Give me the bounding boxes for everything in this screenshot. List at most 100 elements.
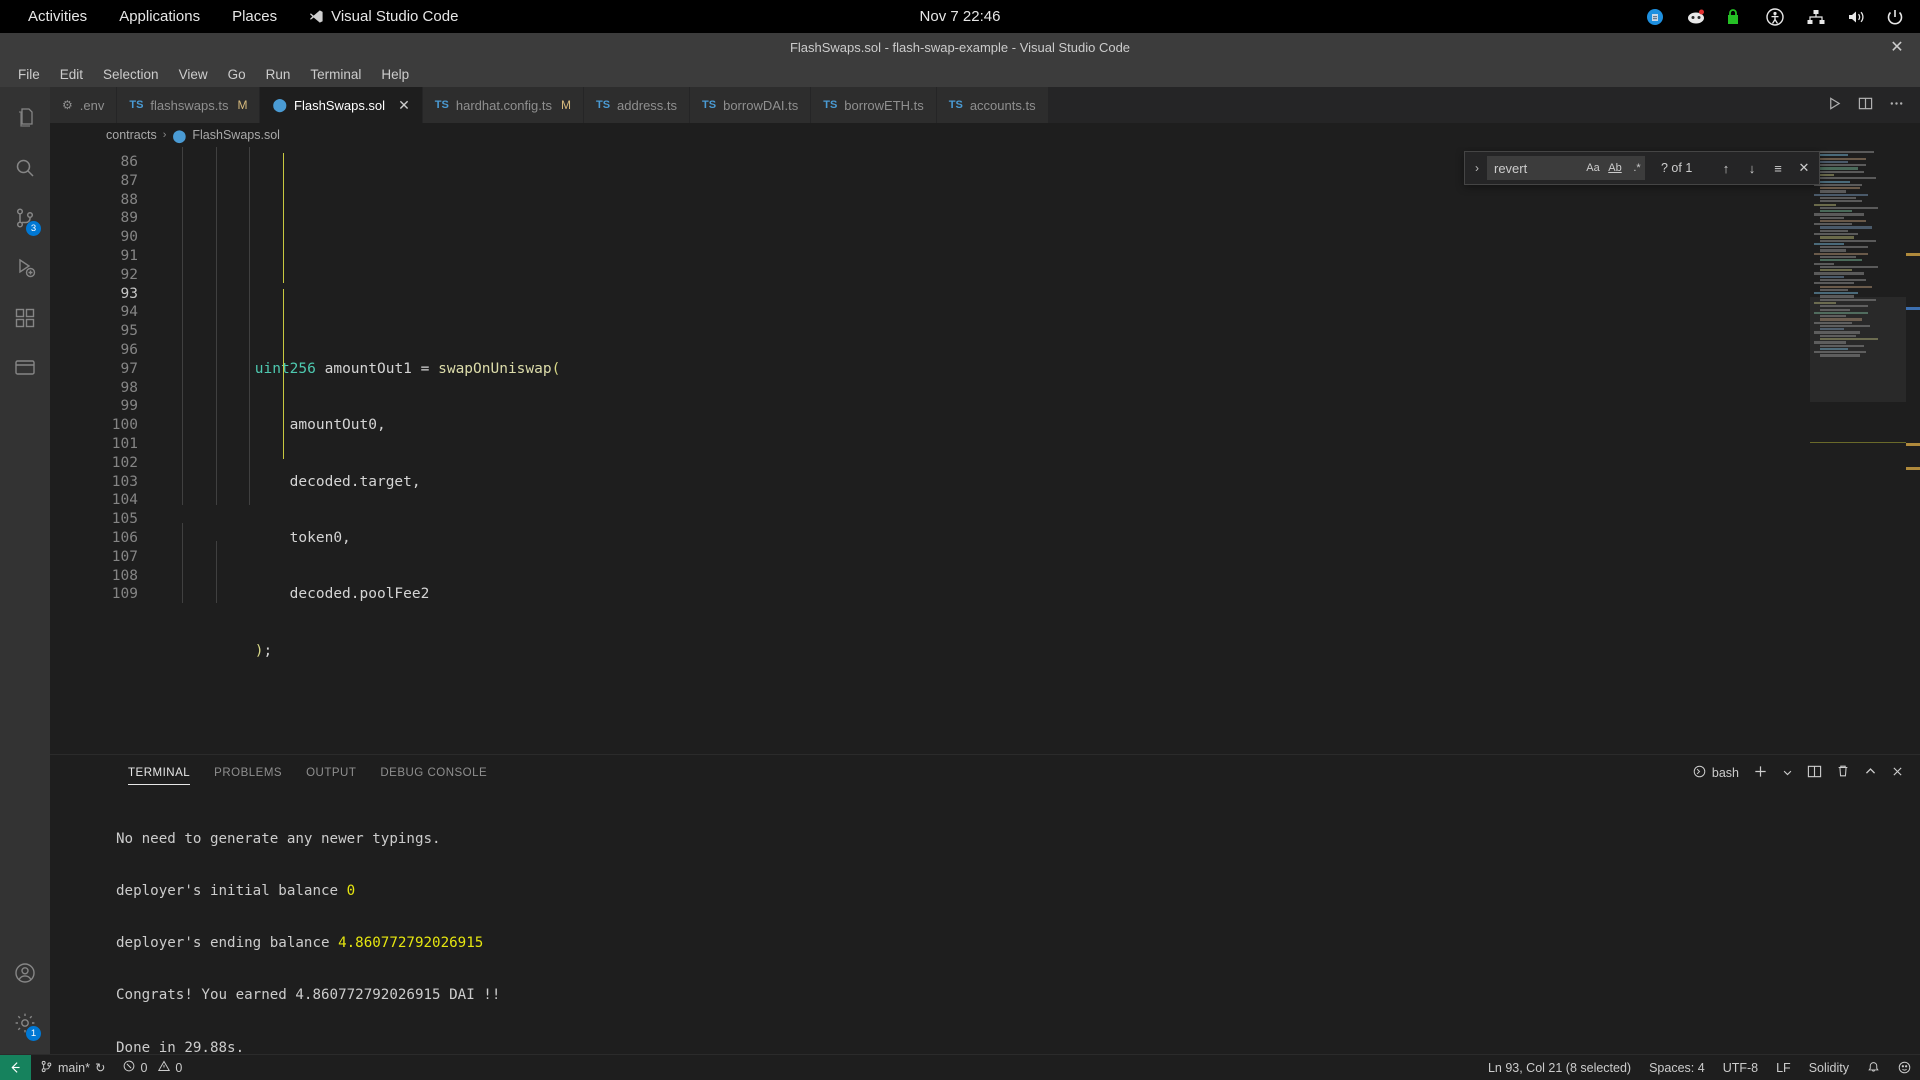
close-icon[interactable]: ✕ [398, 98, 410, 112]
chevron-down-icon[interactable] [1782, 765, 1793, 781]
tab-flashswaps-sol[interactable]: ⬤ FlashSwaps.sol ✕ [260, 87, 423, 123]
tab-terminal[interactable]: TERMINAL [116, 755, 202, 790]
code-editor[interactable]: 86 87 88 89 90 91 92 93 94 95 96 97 98 9… [50, 147, 1920, 754]
activities-label: Activities [28, 8, 88, 25]
eol-setting[interactable]: LF [1767, 1055, 1800, 1080]
tab-flashswaps-ts[interactable]: TS flashswaps.ts M [117, 87, 261, 123]
indentation-setting[interactable]: Spaces: 4 [1640, 1055, 1714, 1080]
line-number: 102 [111, 454, 138, 471]
tab-problems[interactable]: PROBLEMS [202, 755, 294, 790]
typescript-icon: TS [129, 99, 144, 111]
tab-debug-console[interactable]: DEBUG CONSOLE [368, 755, 499, 790]
accessibility-icon[interactable] [1766, 7, 1784, 26]
places-menu[interactable]: Places [216, 0, 293, 33]
editor-tabs: ⚙ .env TS flashswaps.ts M ⬤ FlashSwaps.s… [50, 87, 1920, 123]
network-icon[interactable] [1806, 8, 1825, 26]
menu-file[interactable]: File [8, 61, 50, 87]
close-icon[interactable]: ✕ [1793, 157, 1815, 179]
sidebar-item-source-control[interactable]: 3 [0, 195, 50, 245]
code-surface[interactable]: 86 87 88 89 90 91 92 93 94 95 96 97 98 9… [50, 147, 1920, 754]
run-icon[interactable] [1827, 96, 1842, 114]
code-text[interactable]: uint256 amountOut1 = swapOnUniswap( amou… [150, 147, 1920, 754]
power-icon[interactable] [1886, 8, 1904, 26]
terminal-shell-selector[interactable]: bash [1693, 765, 1739, 781]
menu-run[interactable]: Run [256, 61, 301, 87]
tab-borrowdai-ts[interactable]: TS borrowDAI.ts [690, 87, 812, 123]
line-number: 94 [120, 304, 138, 321]
find-next-icon[interactable]: ↓ [1741, 157, 1763, 179]
tab-env[interactable]: ⚙ .env [50, 87, 118, 123]
menu-view[interactable]: View [169, 61, 218, 87]
sidebar-item-search[interactable] [0, 145, 50, 195]
status-bar: main* ↻ 0 0 Ln 93, Col 21 (8 selected) S… [0, 1054, 1920, 1080]
tab-hardhat-config-ts[interactable]: TS hardhat.config.ts M [422, 87, 584, 123]
minimap-slider[interactable] [1810, 297, 1906, 402]
menu-help[interactable]: Help [371, 61, 419, 87]
search-icon [13, 156, 37, 185]
line-number: 99 [120, 398, 138, 415]
sidebar-item-extensions[interactable] [0, 295, 50, 345]
tab-label: address.ts [617, 97, 678, 113]
menu-edit[interactable]: Edit [50, 61, 93, 87]
maximize-panel-icon[interactable] [1864, 765, 1877, 781]
dropbox-icon[interactable] [1646, 8, 1664, 26]
active-app-label: Visual Studio Code [331, 8, 459, 25]
add-terminal-icon[interactable] [1753, 764, 1768, 782]
remote-indicator[interactable] [0, 1054, 31, 1080]
sidebar-item-run-debug[interactable] [0, 245, 50, 295]
match-case-icon[interactable]: Aa [1583, 158, 1603, 178]
notifications-bell-icon[interactable] [1858, 1055, 1889, 1080]
encoding-setting[interactable]: UTF-8 [1714, 1055, 1767, 1080]
menu-selection[interactable]: Selection [93, 61, 169, 87]
editor-scrollbar[interactable] [1906, 147, 1920, 754]
find-previous-icon[interactable]: ↑ [1715, 157, 1737, 179]
clock[interactable]: Nov 7 22:46 [920, 8, 1001, 25]
find-widget[interactable]: › revert Aa Ab .* ? of 1 ↑ ↓ ≡ ✕ [1464, 151, 1820, 185]
tab-borroweth-ts[interactable]: TS borrowETH.ts [811, 87, 937, 123]
source-control-badge: 3 [26, 221, 41, 236]
feedback-icon[interactable] [1889, 1055, 1920, 1080]
menu-terminal[interactable]: Terminal [300, 61, 371, 87]
lock-icon[interactable] [1726, 8, 1744, 26]
tab-output[interactable]: OUTPUT [294, 755, 368, 790]
menu-go[interactable]: Go [218, 61, 256, 87]
overview-mark [1906, 467, 1920, 470]
split-editor-icon[interactable] [1858, 96, 1873, 114]
trash-icon[interactable] [1836, 764, 1850, 781]
language-mode[interactable]: Solidity [1800, 1055, 1858, 1080]
find-in-selection-icon[interactable]: ≡ [1767, 157, 1789, 179]
sidebar-item-explorer[interactable] [0, 95, 50, 145]
terminal-line: Done in 29.88s. [116, 1039, 245, 1054]
cursor-position[interactable]: Ln 93, Col 21 (8 selected) [1479, 1055, 1640, 1080]
accounts-button[interactable] [0, 950, 50, 1000]
activities-button[interactable]: Activities [12, 0, 103, 33]
use-regex-icon[interactable]: .* [1627, 158, 1647, 178]
tab-accounts-ts[interactable]: TS accounts.ts [936, 87, 1049, 123]
breadcrumb-file[interactable]: FlashSwaps.sol [192, 128, 280, 142]
breadcrumb-folder[interactable]: contracts [106, 128, 157, 142]
volume-icon[interactable] [1846, 8, 1864, 26]
sync-icon[interactable]: ↻ [95, 1060, 105, 1075]
minimap[interactable] [1810, 147, 1906, 754]
problems-indicator[interactable]: 0 0 [114, 1055, 191, 1080]
code-line: amountOut0, [150, 417, 386, 434]
settings-button[interactable]: 1 [0, 1000, 50, 1050]
sidebar-item-testing[interactable] [0, 345, 50, 395]
applications-menu[interactable]: Applications [103, 0, 216, 33]
active-app-menu[interactable]: Visual Studio Code [293, 0, 474, 33]
more-actions-icon[interactable] [1889, 96, 1904, 114]
toggle-replace-icon[interactable]: › [1467, 161, 1487, 175]
close-panel-icon[interactable] [1891, 765, 1904, 781]
terminal-output[interactable]: No need to generate any newer typings. d… [50, 790, 1920, 1054]
git-branch-indicator[interactable]: main* ↻ [31, 1055, 114, 1080]
status-bar-left: main* ↻ 0 0 [0, 1054, 191, 1080]
discord-icon[interactable] [1686, 8, 1704, 26]
tab-label: hardhat.config.ts [455, 97, 552, 113]
gnome-tray [1646, 7, 1920, 26]
tab-address-ts[interactable]: TS address.ts [583, 87, 691, 123]
window-close-button[interactable]: ✕ [1884, 33, 1910, 61]
split-terminal-icon[interactable] [1807, 764, 1822, 782]
overview-mark [1906, 443, 1920, 446]
vscode-window: FlashSwaps.sol - flash-swap-example - Vi… [0, 33, 1920, 1080]
match-whole-word-icon[interactable]: Ab [1605, 158, 1625, 178]
